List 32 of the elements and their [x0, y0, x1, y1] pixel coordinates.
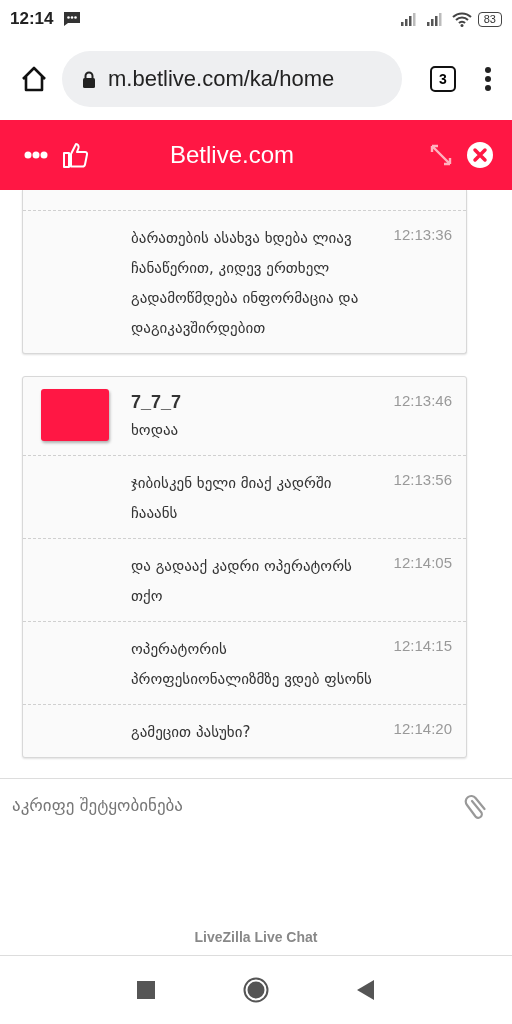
author-name: 7_7_7 — [131, 391, 183, 414]
message-time: 12:13:46 — [392, 391, 452, 411]
message-time: 12:13:36 — [392, 225, 452, 245]
message-text: ჯიბისკენ ხელი მიაქ კადრში ჩააანს — [131, 473, 333, 524]
thumbs-up-icon[interactable] — [62, 141, 90, 169]
lock-icon — [82, 70, 96, 88]
message-icon — [63, 11, 82, 27]
message-text: და გადააქ კადრი ოპერატორს თქო — [131, 556, 353, 607]
home-icon[interactable] — [20, 65, 48, 93]
message-time: 12:14:20 — [392, 719, 452, 739]
message-input[interactable]: აკრიფე შეტყობინება — [12, 791, 464, 889]
chat-title: Betlive.com — [168, 141, 295, 169]
menu-icon[interactable] — [484, 66, 492, 92]
more-icon[interactable] — [24, 151, 48, 159]
message-time: 12:14:05 — [392, 553, 452, 573]
battery-indicator: 83 — [477, 11, 502, 27]
tab-count-button[interactable]: 3 — [430, 66, 456, 92]
message-text: ხოდაა — [131, 420, 180, 441]
url-text: m.betlive.com/ka/home — [108, 66, 335, 92]
footer-text: LiveZilla Live Chat — [194, 929, 318, 945]
message-text: გამეცით პასუხი? — [131, 722, 252, 743]
wifi-icon — [451, 11, 472, 27]
url-bar[interactable]: m.betlive.com/ka/home — [62, 51, 402, 107]
close-icon[interactable] — [466, 141, 494, 169]
message-time: 12:14:15 — [392, 636, 452, 656]
clock: 12:14 — [10, 9, 54, 29]
message-text: ოპერატორის პროფესიონალიზმზე ვდებ ფსონს — [131, 639, 373, 690]
home-button-icon[interactable] — [243, 977, 269, 1003]
message-text: ბარათების ასახვა ხდება ლიავ ჩანაწერით, კიდევ ერთხელ გადამოწმდება ინფორმაცია და დაგიკავშირდებით — [131, 228, 360, 339]
message-time: 12:13:56 — [392, 470, 452, 490]
resize-icon[interactable] — [430, 144, 452, 166]
back-icon[interactable] — [357, 980, 375, 1000]
